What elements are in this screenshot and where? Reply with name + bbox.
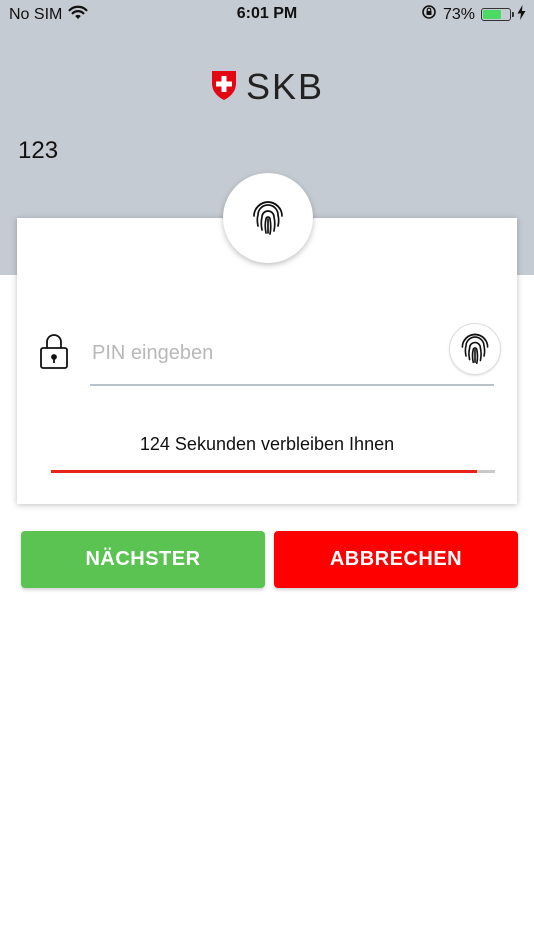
skb-logo: SKB xyxy=(0,66,534,108)
cancel-button[interactable]: ABBRECHEN xyxy=(274,531,518,588)
charging-icon xyxy=(517,4,526,25)
orientation-lock-icon xyxy=(421,4,437,25)
account-number: 123 xyxy=(18,137,59,164)
logo-text: SKB xyxy=(245,66,325,107)
next-button[interactable]: NÄCHSTER xyxy=(21,531,265,588)
pin-input[interactable] xyxy=(90,330,454,376)
timer-text: 124 Sekunden verbleiben Ihnen xyxy=(139,434,395,454)
lock-icon xyxy=(38,332,70,375)
battery-level xyxy=(483,10,502,19)
timer-progress-fill xyxy=(51,470,478,473)
status-bar: No SIM 6:01 PM 73% xyxy=(0,0,534,30)
swiss-shield-icon xyxy=(210,69,238,106)
fingerprint-badge xyxy=(223,173,313,263)
fingerprint-icon xyxy=(457,329,493,370)
battery-icon xyxy=(481,8,514,21)
status-right: 73% xyxy=(421,4,526,25)
pin-input-underline xyxy=(90,384,494,386)
fingerprint-button[interactable] xyxy=(450,324,500,374)
battery-percent: 73% xyxy=(442,5,475,23)
timer-progress-bar xyxy=(51,470,495,473)
fingerprint-icon xyxy=(248,196,288,241)
